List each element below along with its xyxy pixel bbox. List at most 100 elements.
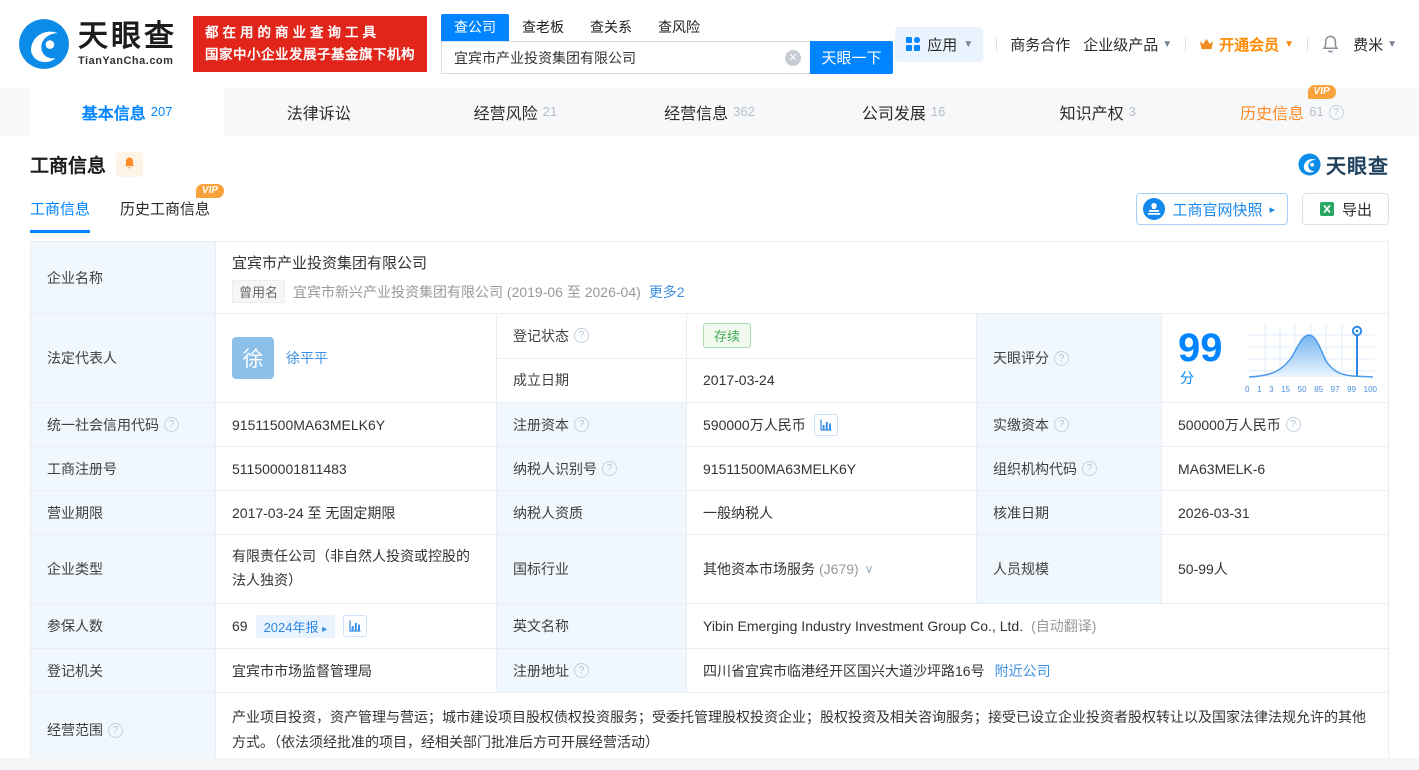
reg-capital-label: 注册资本 xyxy=(513,415,569,435)
english-name-label: 英文名称 xyxy=(497,604,687,648)
search-box: 查公司 查老板 查关系 查风险 ✕ 天眼一下 xyxy=(441,14,893,74)
reg-capital-value: 590000万人民币 xyxy=(703,415,806,435)
tab-company-development[interactable]: 公司发展16 xyxy=(807,88,1001,136)
address-label: 注册地址 xyxy=(513,661,569,681)
address-cell-label: 注册地址 ? xyxy=(497,649,687,692)
apps-menu[interactable]: 应用 ▼ xyxy=(895,27,983,62)
former-name-badge: 曾用名 xyxy=(232,280,285,303)
search-tab-boss[interactable]: 查老板 xyxy=(509,14,577,41)
english-name-value: Yibin Emerging Industry Investment Group… xyxy=(703,618,1023,634)
scope-value: 产业项目投资，资产管理与营运；城市建设项目股权债权投资服务；受委托管理股权投资企… xyxy=(216,693,1388,767)
divider xyxy=(1307,37,1308,52)
help-icon[interactable]: ? xyxy=(574,328,589,343)
legal-rep-avatar[interactable]: 徐 xyxy=(232,337,274,379)
stamp-icon xyxy=(1143,198,1165,220)
company-name-value: 宜宾市产业投资集团有限公司 xyxy=(232,252,427,273)
subtab-label: 历史工商信息 xyxy=(120,201,210,218)
tab-count: 3 xyxy=(1129,104,1136,119)
search-tab-risk[interactable]: 查风险 xyxy=(645,14,713,41)
tianyancha-logo[interactable]: 天眼查 TianYanCha.com xyxy=(18,18,177,70)
tab-count: 16 xyxy=(931,104,945,119)
tab-history-info[interactable]: VIP 历史信息 61 ? xyxy=(1195,88,1389,136)
annual-report-badge[interactable]: 2024年报 ▸ xyxy=(256,615,336,638)
subtab-history-registration[interactable]: VIP 历史工商信息 xyxy=(120,198,210,233)
help-icon[interactable]: ? xyxy=(602,461,617,476)
taxpayer-type-value: 一般纳税人 xyxy=(687,491,977,534)
tab-label: 基本信息 xyxy=(82,100,146,124)
watermark-text: 天眼查 xyxy=(1326,150,1389,179)
help-icon[interactable]: ? xyxy=(164,417,179,432)
help-icon[interactable]: ? xyxy=(108,723,123,738)
table-row-legal-rep: 法定代表人 徐 徐平平 登记状态 ? 存续 成立日期 2017-03-24 天眼… xyxy=(31,314,1388,403)
notification-bell-icon[interactable] xyxy=(1321,34,1340,54)
tab-count: 61 xyxy=(1309,104,1323,119)
est-date-label: 成立日期 xyxy=(497,359,687,403)
tab-legal-litigation[interactable]: 法律诉讼 xyxy=(224,88,418,136)
help-icon[interactable]: ? xyxy=(1286,417,1301,432)
help-icon[interactable]: ? xyxy=(1329,105,1344,120)
table-row-business-scope: 经营范围 ? 产业项目投资，资产管理与营运；城市建设项目股权债权投资服务；受委托… xyxy=(31,693,1388,767)
staff-size-label: 人员规模 xyxy=(977,535,1162,603)
clear-search-icon[interactable]: ✕ xyxy=(785,50,801,66)
subtab-business-registration[interactable]: 工商信息 xyxy=(30,198,90,233)
paid-capital-value: 500000万人民币 xyxy=(1178,415,1281,435)
industry-code: (J679) xyxy=(819,561,859,577)
monitor-bell-icon[interactable] xyxy=(116,152,143,177)
open-membership[interactable]: 开通会员 ▼ xyxy=(1199,34,1294,55)
help-icon[interactable]: ? xyxy=(1082,461,1097,476)
search-tab-relation[interactable]: 查关系 xyxy=(577,14,645,41)
nearby-companies-link[interactable]: 附近公司 xyxy=(995,661,1051,681)
chevron-down-icon[interactable]: ∨ xyxy=(865,562,874,576)
search-button[interactable]: 天眼一下 xyxy=(810,41,893,74)
top-nav: 应用 ▼ 商务合作 企业级产品 ▼ 开通会员 ▼ 费米 ▼ xyxy=(895,27,1397,62)
tab-intellectual-property[interactable]: 知识产权3 xyxy=(1001,88,1195,136)
table-row-reg-authority: 登记机关 宜宾市市场监督管理局 注册地址 ? 四川省宜宾市临港经开区国兴大道沙坪… xyxy=(31,649,1388,693)
credit-code-cell: 统一社会信用代码 ? xyxy=(31,403,216,446)
tab-label: 法律诉讼 xyxy=(287,100,351,124)
table-row-credit-code: 统一社会信用代码 ? 91511500MA63MELK6Y 注册资本 ? 590… xyxy=(31,403,1388,447)
tab-business-info[interactable]: 经营信息 362 xyxy=(612,88,806,136)
tab-label: 经营信息 xyxy=(664,100,728,124)
app-grid-icon xyxy=(905,36,921,52)
help-icon[interactable]: ? xyxy=(1054,417,1069,432)
search-input[interactable] xyxy=(442,42,810,73)
taxpayer-type-label: 纳税人资质 xyxy=(497,491,687,534)
official-snapshot-button[interactable]: 工商官网快照 ▸ xyxy=(1136,193,1288,225)
tab-operational-risk[interactable]: 经营风险21 xyxy=(418,88,612,136)
user-menu[interactable]: 费米 ▼ xyxy=(1353,34,1397,55)
help-icon[interactable]: ? xyxy=(574,417,589,432)
term-value: 2017-03-24 至 无固定期限 xyxy=(216,491,497,534)
export-label: 导出 xyxy=(1342,199,1372,220)
table-row-company-type: 企业类型 有限责任公司（非自然人投资或控股的法人独资） 国标行业 其他资本市场服… xyxy=(31,535,1388,604)
nav-cooperation[interactable]: 商务合作 xyxy=(1010,34,1070,55)
vip-badge: VIP xyxy=(1308,85,1336,99)
tab-count: 362 xyxy=(733,104,755,119)
industry-value: 其他资本市场服务 xyxy=(703,559,815,579)
help-icon[interactable]: ? xyxy=(574,663,589,678)
nav-enterprise-label: 企业级产品 xyxy=(1083,34,1158,55)
search-tab-company[interactable]: 查公司 xyxy=(441,14,509,41)
score-cell[interactable]: 99分 xyxy=(1162,314,1388,402)
address-value: 四川省宜宾市临港经开区国兴大道沙坪路16号 xyxy=(703,661,985,681)
reg-authority-label: 登记机关 xyxy=(31,649,216,692)
vip-badge: VIP xyxy=(196,184,224,198)
nav-enterprise-products[interactable]: 企业级产品 ▼ xyxy=(1083,34,1172,55)
chevron-down-icon: ▼ xyxy=(1284,39,1294,50)
status-badge: 存续 xyxy=(703,323,751,348)
export-button[interactable]: 导出 xyxy=(1302,193,1389,225)
tab-basic-info[interactable]: 基本信息207 xyxy=(30,88,224,136)
legal-rep-name-link[interactable]: 徐平平 xyxy=(286,348,328,368)
score-unit: 分 xyxy=(1180,370,1194,386)
capital-chart-icon[interactable] xyxy=(814,414,838,436)
auto-translate-note: (自动翻译) xyxy=(1031,616,1096,636)
insured-label: 参保人数 xyxy=(31,604,216,648)
divider xyxy=(996,37,997,52)
help-icon[interactable]: ? xyxy=(1054,351,1069,366)
company-name-label: 企业名称 xyxy=(31,242,216,313)
apps-label: 应用 xyxy=(927,34,957,55)
tab-label: 经营风险 xyxy=(474,100,538,124)
more-former-names-link[interactable]: 更多2 xyxy=(649,282,685,302)
insured-chart-icon[interactable] xyxy=(343,615,367,637)
reg-authority-value: 宜宾市市场监督管理局 xyxy=(216,649,497,692)
score-value: 99 xyxy=(1178,326,1223,370)
